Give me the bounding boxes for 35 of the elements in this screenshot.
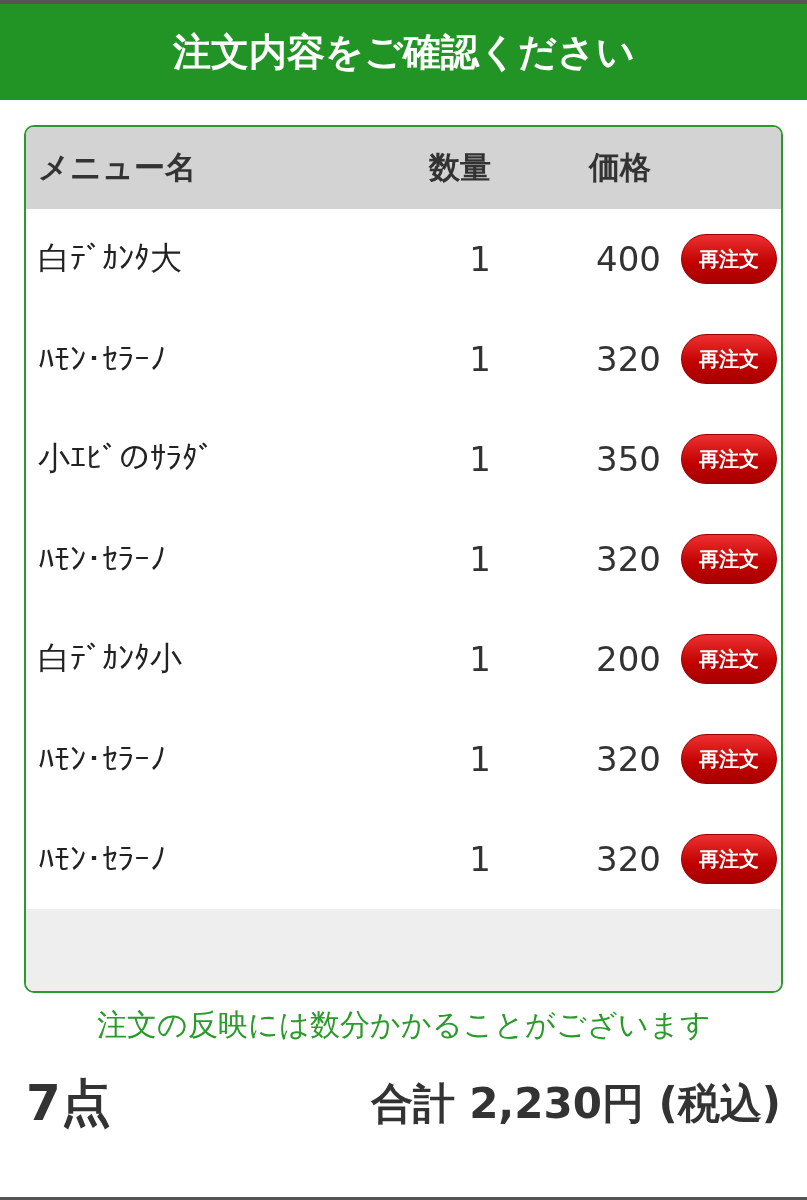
price: 320 [595,739,661,779]
reorder-button[interactable]: 再注文 [681,234,777,284]
item-name: 白ﾃﾞｶﾝﾀ小 [37,638,183,679]
price: 200 [595,639,661,679]
column-header: メニュー名 [37,148,197,187]
reorder-button[interactable]: 再注文 [681,634,777,684]
item-name: ﾊﾓﾝ･ｾﾗｰﾉ [37,840,167,878]
item-name: ﾊﾓﾝ･ｾﾗｰﾉ [37,540,167,578]
reorder-button[interactable]: 再注文 [681,734,777,784]
quantity: 1 [468,839,491,879]
item-count: 7点 [26,1073,111,1134]
quantity: 1 [468,239,491,279]
price: 320 [595,839,661,879]
quantity: 1 [468,539,491,579]
item-name: ﾊﾓﾝ･ｾﾗｰﾉ [37,740,167,778]
quantity: 1 [468,739,491,779]
reorder-button[interactable]: 再注文 [681,434,777,484]
price: 400 [595,239,661,279]
reorder-button[interactable]: 再注文 [681,334,777,384]
reorder-button[interactable]: 再注文 [681,534,777,584]
item-name: 白ﾃﾞｶﾝﾀ大 [37,238,183,279]
item-name: 小ｴﾋﾞのｻﾗﾀﾞ [37,438,215,479]
reorder-button[interactable]: 再注文 [681,834,777,884]
column-header: 数量 [427,148,491,187]
item-name: ﾊﾓﾝ･ｾﾗｰﾉ [37,340,167,378]
price: 350 [595,439,661,479]
price: 320 [595,539,661,579]
column-header: 価格 [587,148,652,187]
page-title: 注文内容をご確認ください [172,28,635,76]
price: 320 [595,339,661,379]
quantity: 1 [468,439,491,479]
quantity: 1 [468,639,491,679]
notice-text: 注文の反映には数分かかることがございます [95,1006,712,1044]
total-price: 合計 2,230円 (税込) [370,1077,781,1130]
quantity: 1 [468,339,491,379]
